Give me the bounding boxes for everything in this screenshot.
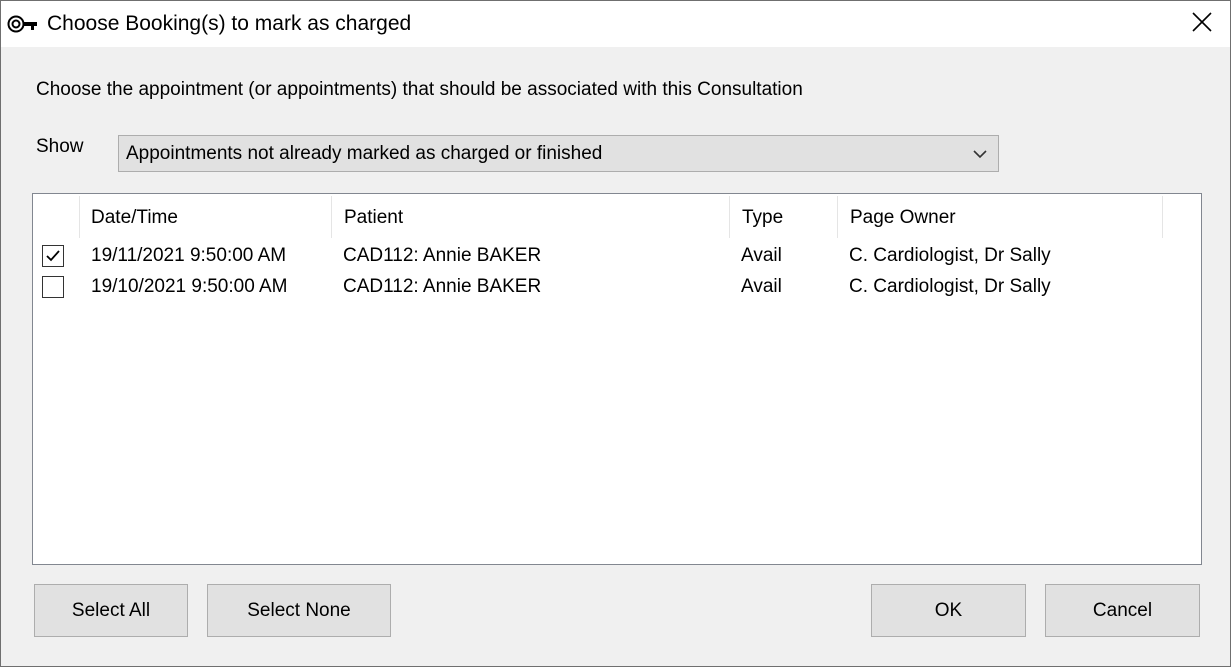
dialog-window: Choose Booking(s) to mark as charged Cho… (0, 0, 1231, 667)
column-separator[interactable] (837, 196, 838, 238)
column-separator[interactable] (331, 196, 332, 238)
column-separator[interactable] (1162, 196, 1163, 238)
cell-datetime: 19/11/2021 9:50:00 AM (91, 245, 287, 266)
appointments-list[interactable]: Date/Time Patient Type Page Owner 19/11/… (32, 193, 1202, 565)
chevron-down-icon (972, 146, 988, 162)
show-label: Show (36, 136, 84, 157)
table-row[interactable]: 19/11/2021 9:50:00 AM CAD112: Annie BAKE… (33, 241, 1201, 272)
instruction-text: Choose the appointment (or appointments)… (36, 79, 803, 100)
close-button[interactable] (1174, 1, 1230, 47)
cell-page-owner: C. Cardiologist, Dr Sally (849, 276, 1051, 297)
list-header: Date/Time Patient Type Page Owner (33, 194, 1201, 240)
cell-type: Avail (741, 245, 782, 266)
column-header-page-owner[interactable]: Page Owner (850, 194, 956, 240)
key-icon (7, 13, 39, 35)
ok-button[interactable]: OK (871, 584, 1026, 637)
select-all-button[interactable]: Select All (34, 584, 188, 637)
show-filter-dropdown[interactable]: Appointments not already marked as charg… (118, 135, 999, 172)
column-separator[interactable] (79, 196, 80, 238)
table-row[interactable]: 19/10/2021 9:50:00 AM CAD112: Annie BAKE… (33, 272, 1201, 303)
row-checkbox[interactable] (42, 245, 64, 267)
cell-page-owner: C. Cardiologist, Dr Sally (849, 245, 1051, 266)
close-icon (1192, 11, 1212, 37)
select-none-button[interactable]: Select None (207, 584, 391, 637)
cell-patient: CAD112: Annie BAKER (343, 276, 542, 297)
column-header-patient[interactable]: Patient (344, 194, 403, 240)
cell-datetime: 19/10/2021 9:50:00 AM (91, 276, 288, 297)
title-bar[interactable]: Choose Booking(s) to mark as charged (1, 1, 1230, 47)
show-filter-value: Appointments not already marked as charg… (126, 143, 603, 164)
window-title: Choose Booking(s) to mark as charged (47, 12, 412, 35)
cell-patient: CAD112: Annie BAKER (343, 245, 542, 266)
column-header-type[interactable]: Type (742, 194, 783, 240)
checkmark-icon (46, 250, 60, 262)
column-separator[interactable] (729, 196, 730, 238)
cancel-button[interactable]: Cancel (1045, 584, 1200, 637)
column-header-datetime[interactable]: Date/Time (91, 194, 178, 240)
row-checkbox[interactable] (42, 276, 64, 298)
cell-type: Avail (741, 276, 782, 297)
